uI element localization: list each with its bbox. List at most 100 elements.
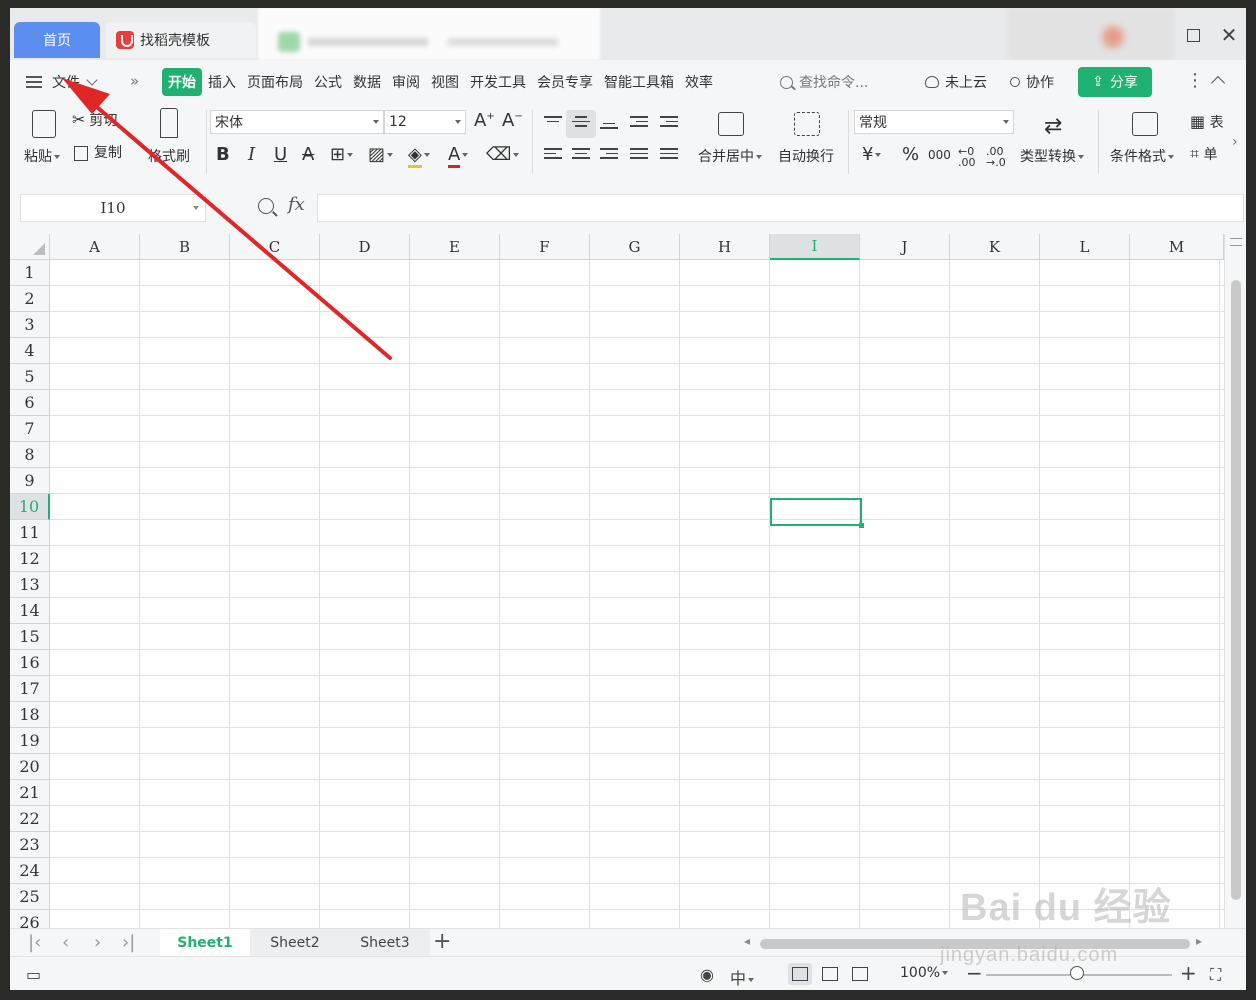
- more-options-icon[interactable]: ⋮: [1186, 70, 1204, 91]
- row-header-11[interactable]: 11: [10, 520, 50, 546]
- decrease-indent-icon[interactable]: [630, 116, 648, 130]
- fill-color-icon[interactable]: ◈: [408, 144, 430, 168]
- select-all-button[interactable]: [10, 234, 50, 260]
- tab-template[interactable]: 找稻壳模板: [106, 22, 256, 58]
- row-header-23[interactable]: 23: [10, 832, 50, 858]
- underline-button[interactable]: U: [274, 144, 287, 165]
- menu-tab-insert[interactable]: 插入: [203, 69, 241, 95]
- thousands-separator-button[interactable]: 000: [928, 148, 951, 162]
- align-right-icon[interactable]: [600, 148, 618, 162]
- row-header-19[interactable]: 19: [10, 728, 50, 754]
- menu-tab-page-layout[interactable]: 页面布局: [242, 69, 308, 95]
- row-header-22[interactable]: 22: [10, 806, 50, 832]
- row-header-18[interactable]: 18: [10, 702, 50, 728]
- align-bottom-icon[interactable]: [600, 118, 618, 132]
- font-color-icon[interactable]: A: [448, 144, 469, 168]
- align-middle-icon[interactable]: [572, 116, 590, 130]
- file-menu[interactable]: 文件: [26, 70, 98, 94]
- increase-font-icon[interactable]: A+: [474, 110, 495, 131]
- zoom-formula-icon[interactable]: [258, 198, 274, 214]
- distributed-align-icon[interactable]: [660, 148, 678, 162]
- command-search[interactable]: 查找命令...: [780, 72, 868, 92]
- page-layout-view-button[interactable]: [818, 963, 842, 985]
- menu-tab-efficiency[interactable]: 效率: [680, 69, 718, 95]
- bold-button[interactable]: B: [216, 144, 230, 165]
- currency-button[interactable]: ¥: [862, 144, 882, 165]
- borders-icon[interactable]: ⊞: [330, 144, 354, 165]
- last-sheet-icon[interactable]: ›|: [122, 932, 135, 953]
- sheet-tab-1[interactable]: Sheet1: [160, 929, 250, 956]
- cell-button[interactable]: ⌗ 单: [1190, 144, 1217, 164]
- normal-view-button[interactable]: [788, 963, 812, 985]
- column-header-k[interactable]: K: [950, 234, 1040, 260]
- column-header-c[interactable]: C: [230, 234, 320, 260]
- row-header-2[interactable]: 2: [10, 286, 50, 312]
- column-header-h[interactable]: H: [680, 234, 770, 260]
- cut-button[interactable]: ✂ 剪切: [72, 110, 117, 130]
- column-header-i[interactable]: I: [770, 234, 860, 260]
- menu-tab-review[interactable]: 审阅: [387, 69, 425, 95]
- sheet-tab-2[interactable]: Sheet2: [250, 929, 340, 956]
- row-header-16[interactable]: 16: [10, 650, 50, 676]
- ribbon-scroll-right-icon[interactable]: ›: [1232, 134, 1238, 150]
- column-header-g[interactable]: G: [590, 234, 680, 260]
- row-header-24[interactable]: 24: [10, 858, 50, 884]
- zoom-level[interactable]: 100%: [900, 965, 949, 981]
- row-header-8[interactable]: 8: [10, 442, 50, 468]
- row-header-17[interactable]: 17: [10, 676, 50, 702]
- paste-icon[interactable]: [32, 110, 56, 138]
- row-header-14[interactable]: 14: [10, 598, 50, 624]
- justify-icon[interactable]: [630, 148, 648, 162]
- font-name-select[interactable]: 宋体: [210, 110, 384, 134]
- split-handle-icon[interactable]: [1230, 238, 1242, 246]
- row-header-3[interactable]: 3: [10, 312, 50, 338]
- fullscreen-icon[interactable]: ⛶: [1210, 965, 1221, 985]
- name-box[interactable]: I10: [20, 194, 206, 222]
- align-top-icon[interactable]: [544, 116, 562, 130]
- worksheet-grid[interactable]: ABCDEFGHIJKLM 1 2 3 4 5 6 7 8 9 10 11 12 13 14 15 16 17 1…: [10, 234, 1246, 928]
- type-convert-button[interactable]: 类型转换: [1020, 146, 1084, 166]
- input-method-icon[interactable]: 中: [730, 965, 755, 989]
- macro-record-icon[interactable]: ▭: [26, 965, 41, 984]
- menu-tab-data[interactable]: 数据: [348, 69, 386, 95]
- zoom-in-button[interactable]: +: [1180, 961, 1197, 985]
- row-header-25[interactable]: 25: [10, 884, 50, 910]
- row-header-10[interactable]: 10: [10, 494, 50, 520]
- row-header-1[interactable]: 1: [10, 260, 50, 286]
- sheet-tab-3[interactable]: Sheet3: [340, 929, 430, 956]
- align-center-icon[interactable]: [572, 148, 590, 162]
- row-header-15[interactable]: 15: [10, 624, 50, 650]
- page-break-view-button[interactable]: [848, 963, 872, 985]
- scroll-right-icon[interactable]: ▸: [1196, 934, 1202, 948]
- prev-sheet-icon[interactable]: ‹: [62, 932, 69, 953]
- menu-more-button[interactable]: »: [130, 72, 139, 90]
- column-header-e[interactable]: E: [410, 234, 500, 260]
- menu-tab-view[interactable]: 视图: [426, 69, 464, 95]
- column-header-a[interactable]: A: [50, 234, 140, 260]
- column-header-d[interactable]: D: [320, 234, 410, 260]
- row-header-5[interactable]: 5: [10, 364, 50, 390]
- menu-tab-smart-tools[interactable]: 智能工具箱: [599, 69, 679, 95]
- row-header-12[interactable]: 12: [10, 546, 50, 572]
- row-header-20[interactable]: 20: [10, 754, 50, 780]
- menu-tab-developer[interactable]: 开发工具: [465, 69, 531, 95]
- row-header-4[interactable]: 4: [10, 338, 50, 364]
- column-header-f[interactable]: F: [500, 234, 590, 260]
- menu-tab-member[interactable]: 会员专享: [532, 69, 598, 95]
- account-area-blurred[interactable]: [1008, 8, 1174, 60]
- menu-tab-formulas[interactable]: 公式: [309, 69, 347, 95]
- cell-area[interactable]: [50, 260, 1224, 928]
- clear-format-icon[interactable]: ⌫: [486, 144, 520, 165]
- formula-input[interactable]: [317, 194, 1244, 222]
- active-cell[interactable]: [770, 498, 864, 528]
- cloud-status-button[interactable]: 未上云: [925, 72, 987, 92]
- wrap-text-button[interactable]: 自动换行: [778, 146, 834, 166]
- row-header-9[interactable]: 9: [10, 468, 50, 494]
- font-size-select[interactable]: 12: [384, 110, 466, 134]
- vertical-scroll-thumb[interactable]: [1231, 280, 1241, 900]
- increase-indent-icon[interactable]: [660, 116, 678, 130]
- row-header-21[interactable]: 21: [10, 780, 50, 806]
- add-sheet-button[interactable]: +: [433, 929, 451, 954]
- conditional-format-icon[interactable]: [1132, 112, 1158, 136]
- collaborate-button[interactable]: 协作: [1010, 72, 1054, 92]
